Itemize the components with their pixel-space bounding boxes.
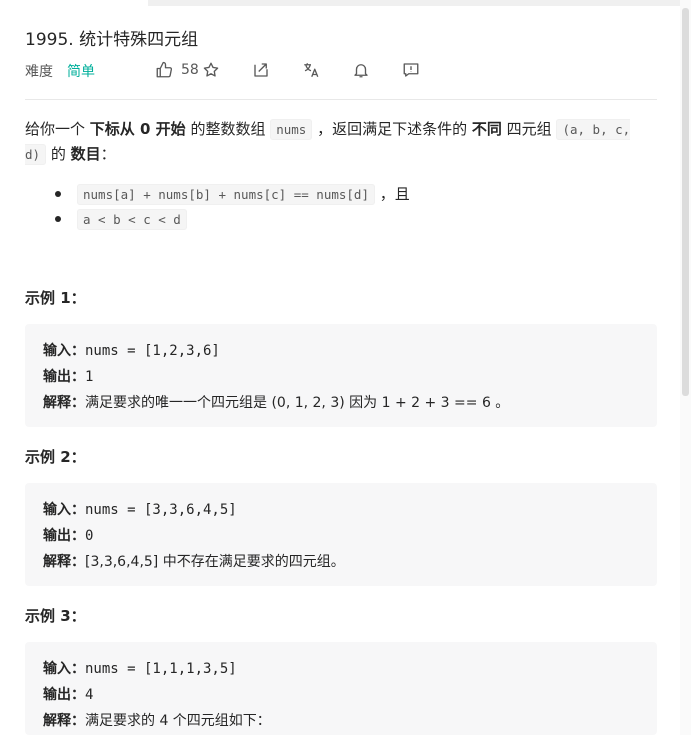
example-2-box: 输入：nums = [3,3,6,4,5] 输出：0 解释：[3,3,6,4,5… [25,483,657,586]
condition-list: nums[a] + nums[b] + nums[c] == nums[d] ，… [55,182,410,232]
code-nums: nums [270,119,313,140]
example-2-title: 示例 2： [25,448,86,466]
desc-text: ： [100,145,116,163]
list-item: nums[a] + nums[b] + nums[c] == nums[d] ，… [55,182,410,207]
scrollbar-thumb[interactable] [682,8,689,396]
desc-bold-count: 数目 [70,145,101,163]
example-output: 0 [85,528,94,544]
desc-text: ，返回满足下述条件的 [312,120,472,138]
star-icon[interactable] [200,59,222,81]
explain-label: 解释： [43,713,85,729]
example-input: nums = [3,3,6,4,5] [85,502,237,518]
share-icon[interactable] [250,59,272,81]
scrollbar-track[interactable] [680,0,691,735]
example-explanation: [3,3,6,4,5] 中不存在满足要求的四元组。 [85,554,345,570]
bell-icon[interactable] [350,59,372,81]
condition-order-code: a < b < c < d [77,209,187,230]
input-label: 输入： [43,502,85,518]
example-output: 4 [85,687,94,703]
explain-label: 解释： [43,554,85,570]
example-explanation: 满足要求的唯一一个四元组是 (0, 1, 2, 3) 因为 1 + 2 + 3 … [85,395,510,411]
example-1-box: 输入：nums = [1,2,3,6] 输出：1 解释：满足要求的唯一一个四元组… [25,324,657,427]
input-label: 输入： [43,661,85,677]
thumbs-up-icon [153,59,175,81]
translate-icon[interactable] [300,59,322,81]
output-label: 输出： [43,369,85,385]
example-3-title: 示例 3： [25,607,86,625]
header-divider [25,99,657,100]
problem-description: 给你一个 下标从 0 开始 的整数数组 nums ，返回满足下述条件的 不同 四… [25,117,657,167]
explain-label: 解释： [43,395,85,411]
difficulty-badge: 简单 [67,64,95,80]
like-button[interactable]: 58 [153,59,199,81]
example-input: nums = [1,1,1,3,5] [85,661,237,677]
desc-text: 给你一个 [25,120,90,138]
problem-title: 1995. 统计特殊四元组 [25,30,199,50]
feedback-icon[interactable] [400,59,422,81]
output-label: 输出： [43,687,85,703]
desc-bold-index: 下标从 0 开始 [89,120,186,138]
condition-sum-code: nums[a] + nums[b] + nums[c] == nums[d] [77,184,375,205]
desc-text: 的 [46,145,71,163]
example-explanation: 满足要求的 4 个四元组如下： [85,713,271,729]
desc-bold-distinct: 不同 [471,120,502,138]
top-strip-left [0,0,148,6]
list-item: a < b < c < d [55,207,410,232]
likes-count: 58 [181,62,199,78]
desc-text: 四元组 [501,120,557,138]
example-3-box: 输入：nums = [1,1,1,3,5] 输出：4 解释：满足要求的 4 个四… [25,642,657,735]
desc-text: 的整数数组 [185,120,271,138]
output-label: 输出： [43,528,85,544]
problem-meta-bar: 难度 简单 58 [25,59,425,81]
example-output: 1 [85,369,94,385]
input-label: 输入： [43,343,85,359]
example-1-title: 示例 1： [25,289,86,307]
difficulty-label: 难度 [25,64,53,80]
example-input: nums = [1,2,3,6] [85,343,220,359]
condition-suffix: ，且 [374,185,410,203]
